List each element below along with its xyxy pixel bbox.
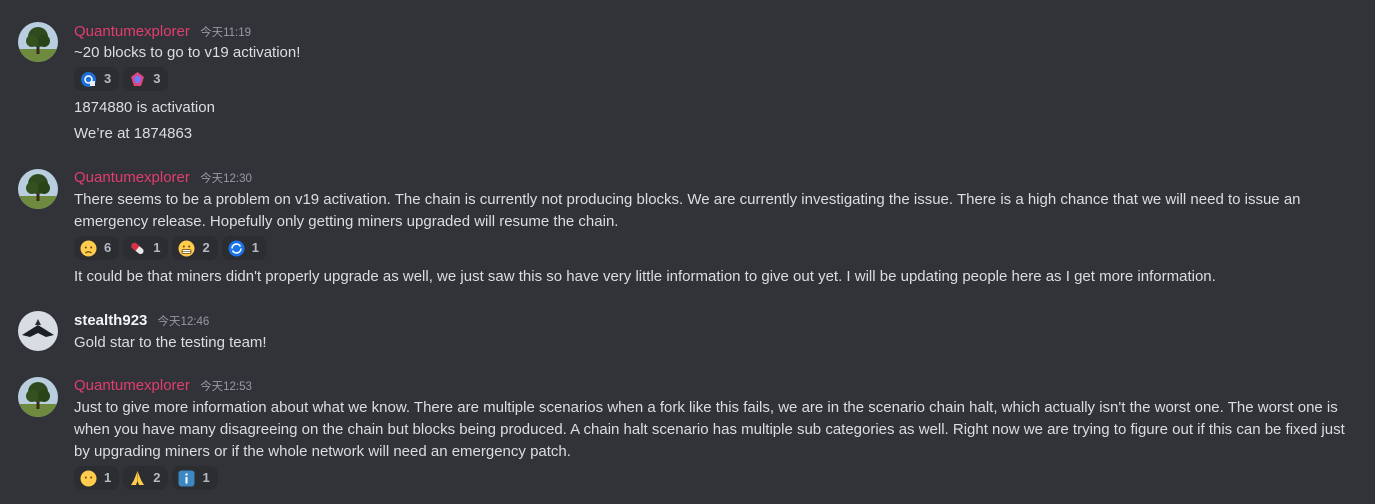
reaction-button[interactable]: 3 [74, 67, 120, 91]
reaction-button[interactable]: 2 [172, 236, 218, 260]
reaction-bar: 3 3 [74, 67, 169, 91]
information-icon [178, 470, 195, 487]
reaction-button[interactable]: 1 [172, 466, 218, 490]
reaction-count: 2 [202, 240, 210, 255]
message-text: Gold star to the testing team! [74, 334, 267, 351]
reaction-button[interactable]: 1 [221, 236, 267, 260]
timestamp[interactable]: 今天12:30 [200, 173, 252, 185]
avatar-quantumexplorer[interactable] [18, 377, 58, 417]
username[interactable]: Quantumexplorer [74, 23, 190, 40]
avatar-stealth923[interactable] [18, 311, 58, 351]
username[interactable]: stealth923 [74, 312, 147, 329]
reaction-count: 1 [202, 470, 210, 485]
reaction-count: 1 [153, 240, 161, 255]
message-text: ~20 blocks to go to v19 activation! [74, 44, 301, 61]
reaction-button[interactable]: 3 [123, 67, 169, 91]
reaction-bar: 6 1 2 1 [74, 236, 267, 260]
message-text: Just to give more information about what… [74, 399, 1345, 460]
pill-icon [129, 240, 146, 257]
reaction-button[interactable]: 1 [123, 236, 169, 260]
message-header: Quantumexplorer 今天11:19 [74, 21, 251, 43]
folded-hands-icon [129, 470, 146, 487]
reaction-count: 2 [153, 470, 161, 485]
timestamp[interactable]: 今天12:53 [200, 381, 252, 393]
reaction-count: 1 [104, 470, 112, 485]
timestamp[interactable]: 今天11:19 [200, 27, 251, 39]
timestamp[interactable]: 今天12:46 [158, 316, 210, 328]
reaction-button[interactable]: 2 [123, 466, 169, 490]
neutral-face-icon [80, 470, 97, 487]
username[interactable]: Quantumexplorer [74, 169, 190, 186]
avatar-quantumexplorer[interactable] [18, 22, 58, 62]
message-text: We’re at 1874863 [74, 125, 193, 142]
reaction-count: 3 [104, 71, 112, 86]
blue-coin-icon [228, 240, 245, 257]
message-header: stealth923 今天12:46 [74, 310, 209, 332]
message-header: Quantumexplorer 今天12:53 [74, 375, 252, 397]
grimacing-face-icon [178, 240, 195, 257]
reaction-count: 6 [104, 240, 112, 255]
reaction-bar: 1 2 1 [74, 466, 218, 490]
username[interactable]: Quantumexplorer [74, 377, 190, 394]
message-text: 1874880 is activation [74, 99, 215, 116]
pink-gem-icon [129, 71, 146, 88]
network-globe-icon [80, 71, 97, 88]
worried-face-icon [80, 240, 97, 257]
reaction-button[interactable]: 1 [74, 466, 120, 490]
message-text: It could be that miners didn't properly … [74, 268, 1216, 285]
message-text: There seems to be a problem on v19 activ… [74, 191, 1301, 230]
reaction-count: 1 [251, 240, 259, 255]
reaction-count: 3 [153, 71, 161, 86]
reaction-button[interactable]: 6 [74, 236, 120, 260]
avatar-quantumexplorer[interactable] [18, 169, 58, 209]
message-header: Quantumexplorer 今天12:30 [74, 167, 252, 189]
